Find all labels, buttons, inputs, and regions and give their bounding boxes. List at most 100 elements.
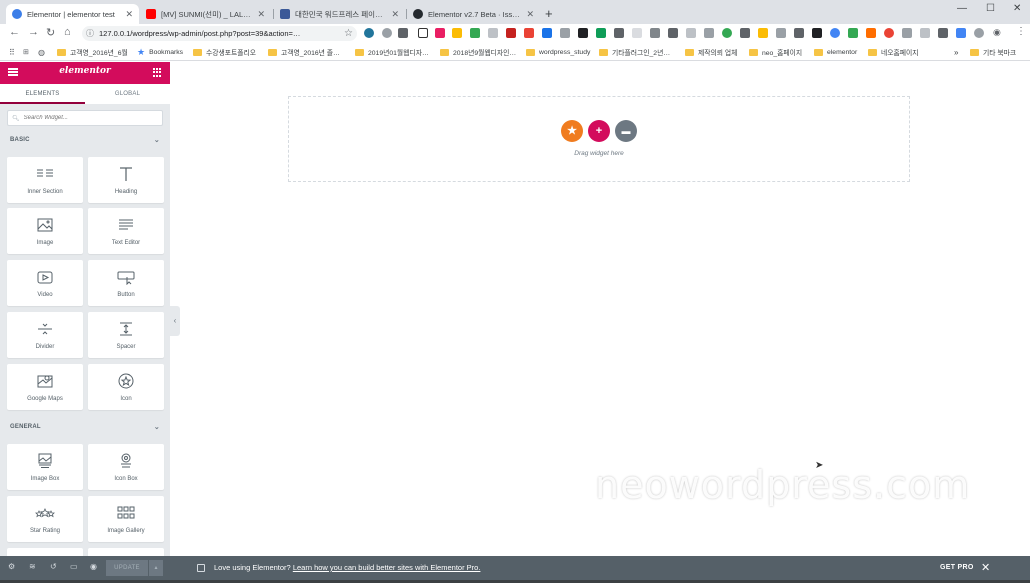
bookmark-folder[interactable]: ★ Bookmarks (137, 46, 183, 58)
address-bar[interactable]: ⓘ 127.0.0.1/wordpress/wp-admin/post.php?… (82, 26, 357, 41)
learn-more-link[interactable]: Learn how you can build better sites wit… (293, 563, 481, 572)
more-bookmarks-icon[interactable]: » (954, 46, 958, 58)
widget-icon[interactable]: Icon (88, 364, 164, 410)
extension-icon[interactable] (632, 28, 642, 38)
browser-tab-facebook[interactable]: 대한민국 워드프레스 페이지 빌더 ✕ (274, 4, 405, 24)
extension-icon[interactable] (794, 28, 804, 38)
extension-icon[interactable] (704, 28, 714, 38)
account-icon[interactable]: ◉ (993, 27, 1001, 38)
browser-tab-elementor[interactable]: Elementor | elementor test ✕ (6, 4, 139, 24)
extension-icon[interactable] (578, 28, 588, 38)
wordpress-extension-icon[interactable] (364, 28, 374, 38)
close-icon[interactable]: ✕ (257, 9, 265, 20)
widget-divider[interactable]: Divider (7, 312, 83, 358)
extension-icon[interactable] (560, 28, 570, 38)
widget-spacer[interactable]: Spacer (88, 312, 164, 358)
extension-icon[interactable] (524, 28, 534, 38)
close-icon[interactable]: ✕ (125, 9, 133, 20)
extension-icon[interactable] (614, 28, 624, 38)
widget-image-box[interactable]: Image Box (7, 444, 83, 490)
new-tab-button[interactable]: + (545, 6, 553, 21)
extension-icon[interactable] (542, 28, 552, 38)
profile-avatar[interactable] (974, 28, 984, 38)
extension-icon[interactable] (812, 28, 822, 38)
add-section-dropzone[interactable]: ★ + ▬ Drag widget here (288, 96, 910, 182)
widget-button[interactable]: Button (88, 260, 164, 306)
settings-gear-icon[interactable]: ⚙ (8, 562, 15, 571)
bookmark-folder[interactable]: 고객영_2016년 졸… (268, 46, 340, 58)
extension-icon[interactable] (902, 28, 912, 38)
widget-image[interactable]: Image (7, 208, 83, 254)
widget-video[interactable]: Video (7, 260, 83, 306)
extension-icon[interactable] (470, 28, 480, 38)
widgets-grid-icon[interactable] (153, 68, 162, 77)
widget-image-gallery[interactable]: Image Gallery (88, 496, 164, 542)
minimize-button[interactable]: — (957, 3, 967, 14)
apps-icon[interactable]: ⠿ (9, 46, 15, 58)
extension-icon[interactable] (776, 28, 786, 38)
navigator-layers-icon[interactable]: ≋ (29, 562, 36, 571)
extension-icon[interactable] (418, 28, 428, 38)
extension-icon[interactable] (452, 28, 462, 38)
widget-text-editor[interactable]: Text Editor (88, 208, 164, 254)
bookmark-folder[interactable]: 제작의뢰 업체 (685, 46, 737, 58)
menu-kebab-icon[interactable]: ⋮ (1016, 26, 1026, 37)
search-widget-field[interactable]: 🔍︎ (7, 110, 163, 126)
extension-icon[interactable] (650, 28, 660, 38)
widget-partial[interactable] (88, 548, 164, 556)
bookmark-star-icon[interactable]: ☆ (344, 28, 353, 39)
extension-icon[interactable] (596, 28, 606, 38)
responsive-desktop-icon[interactable]: ▭ (70, 562, 78, 571)
bookmark-folder[interactable]: 수강생포트폴리오 (193, 46, 256, 58)
forward-arrow-icon[interactable]: → (28, 26, 39, 38)
update-button[interactable]: UPDATE (106, 560, 148, 576)
back-arrow-icon[interactable]: ← (9, 26, 20, 38)
reload-icon[interactable]: ↻ (46, 26, 55, 39)
close-icon[interactable]: ✕ (981, 561, 990, 574)
bookmark-folder[interactable]: 기타플러그인_2년… (599, 46, 670, 58)
widget-inner-section[interactable]: Inner Section (7, 157, 83, 203)
get-pro-button[interactable]: GET PRO (940, 564, 974, 571)
category-basic[interactable]: BASIC ⌄ (10, 137, 160, 147)
extension-icon[interactable] (740, 28, 750, 38)
widget-google-maps[interactable]: Google Maps (7, 364, 83, 410)
other-bookmarks-folder[interactable]: 기타 북마크 (970, 46, 1016, 58)
search-input[interactable] (23, 115, 154, 121)
bookmark-folder[interactable]: 2019년01월웹디자… (355, 46, 429, 58)
browser-tab-youtube[interactable]: [MV] SUNMI(선미) _ LALALAY(날라리) ✕ (140, 4, 271, 24)
extension-icon[interactable] (668, 28, 678, 38)
extension-icon[interactable] (382, 28, 392, 38)
browser-tab-github[interactable]: Elementor v2.7 Beta · Issue #8… ✕ (407, 4, 540, 24)
extension-icon[interactable] (758, 28, 768, 38)
history-icon[interactable]: ↺ (50, 562, 57, 571)
extension-icon[interactable] (938, 28, 948, 38)
chevron-up-icon[interactable]: ▴ (149, 560, 163, 576)
widget-heading[interactable]: Heading (88, 157, 164, 203)
bookmark-icon[interactable]: ⊞ (23, 46, 29, 58)
extension-icon[interactable] (488, 28, 498, 38)
preview-eye-icon[interactable]: ◉ (90, 562, 97, 571)
collapse-panel-handle[interactable]: ‹ (170, 306, 180, 336)
extension-icon[interactable] (722, 28, 732, 38)
extension-icon[interactable] (506, 28, 516, 38)
add-template-button[interactable]: ★ (561, 120, 583, 142)
bookmark-icon[interactable]: ◍ (38, 46, 45, 58)
maximize-button[interactable]: ☐ (986, 3, 995, 14)
extension-icon[interactable] (920, 28, 930, 38)
extension-icon[interactable] (686, 28, 696, 38)
extension-icon[interactable] (956, 28, 966, 38)
extension-icon[interactable] (884, 28, 894, 38)
bookmark-folder[interactable]: 2018년9월웹디자인… (440, 46, 516, 58)
extension-icon[interactable] (866, 28, 876, 38)
bookmark-folder[interactable]: neo_홈페이지 (749, 46, 802, 58)
widget-partial[interactable] (7, 548, 83, 556)
bookmark-folder[interactable]: 고객영_2016년_6월 (57, 46, 128, 58)
bookmark-folder[interactable]: 네오홈페이지 (868, 46, 919, 58)
info-icon[interactable]: ⓘ (86, 28, 94, 39)
folder-icon[interactable]: ▬ (615, 120, 637, 142)
tab-global[interactable]: GLOBAL (85, 84, 170, 104)
close-icon[interactable]: ✕ (391, 9, 399, 20)
home-icon[interactable]: ⌂ (64, 26, 71, 38)
widget-icon-box[interactable]: Icon Box (88, 444, 164, 490)
extension-icon[interactable] (398, 28, 408, 38)
